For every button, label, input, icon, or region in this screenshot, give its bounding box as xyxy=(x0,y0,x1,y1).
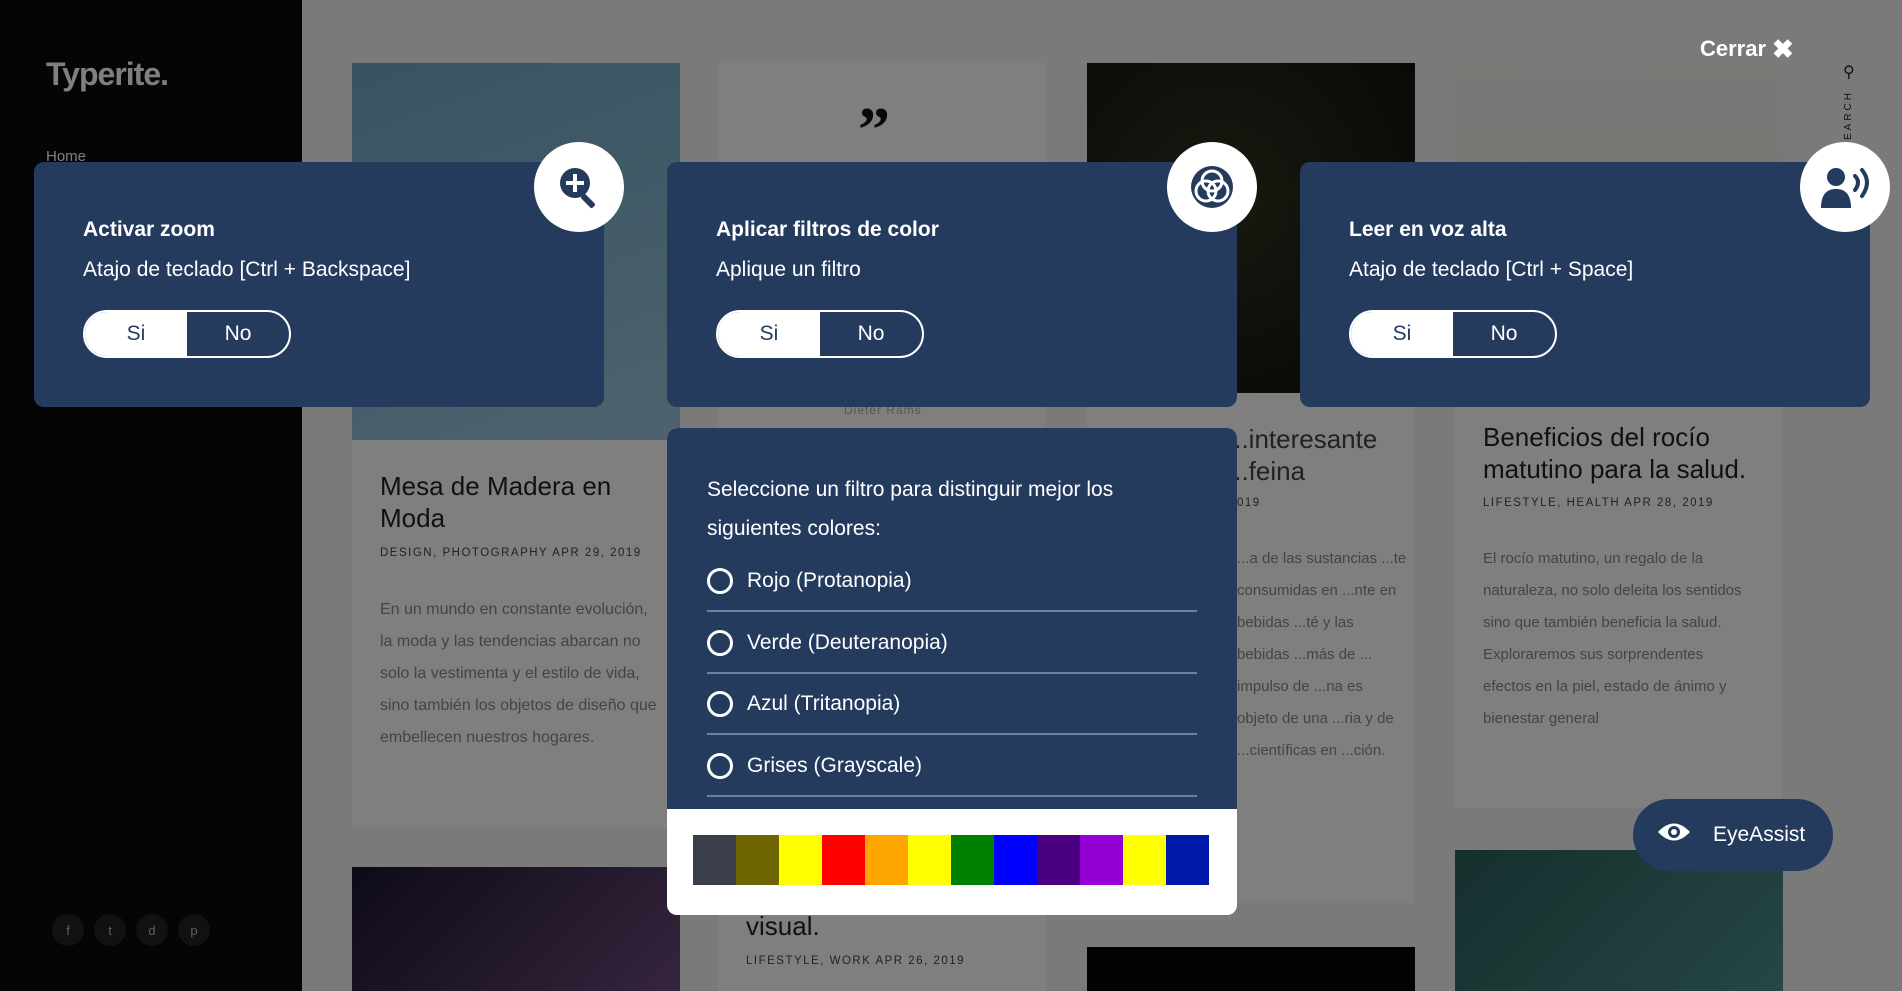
zoom-yes-button[interactable]: Si xyxy=(85,312,187,356)
filter-option-label: Azul (Tritanopia) xyxy=(747,692,901,715)
read-aloud-toggle[interactable]: Si No xyxy=(1349,310,1557,358)
filter-option-label: Rojo (Protanopia) xyxy=(747,569,912,592)
close-button[interactable]: Cerrar ✖ xyxy=(1700,36,1794,62)
color-swatch xyxy=(994,835,1037,885)
panel-subtitle: Aplique un filtro xyxy=(716,258,861,281)
read-aloud-yes-button[interactable]: Si xyxy=(1351,312,1453,356)
color-swatch xyxy=(951,835,994,885)
panel-subtitle: Atajo de teclado [Ctrl + Backspace] xyxy=(83,258,411,281)
color-swatch xyxy=(693,835,736,885)
filter-option-label: Grises (Grayscale) xyxy=(747,754,923,777)
eyeassist-button[interactable]: EyeAssist xyxy=(1633,799,1833,871)
color-filter-no-button[interactable]: No xyxy=(820,312,922,356)
color-swatch xyxy=(1080,835,1123,885)
filter-option-protanopia[interactable]: Rojo (Protanopia) xyxy=(707,552,1197,612)
color-swatch xyxy=(1037,835,1080,885)
color-filter-panel: Aplicar filtros de color Aplique un filt… xyxy=(667,142,1257,407)
panel-subtitle: Atajo de teclado [Ctrl + Space] xyxy=(1349,258,1634,281)
radio-icon[interactable] xyxy=(707,568,733,594)
zoom-panel: Activar zoom Atajo de teclado [Ctrl + Ba… xyxy=(34,142,624,407)
filter-option-tritanopia[interactable]: Azul (Tritanopia) xyxy=(707,675,1197,735)
speak-icon xyxy=(1800,142,1890,232)
read-aloud-panel: Leer en voz alta Atajo de teclado [Ctrl … xyxy=(1300,142,1890,407)
zoom-toggle[interactable]: Si No xyxy=(83,310,291,358)
read-aloud-no-button[interactable]: No xyxy=(1453,312,1555,356)
color-swatch xyxy=(779,835,822,885)
panel-title: Activar zoom xyxy=(83,218,215,241)
color-swatch xyxy=(908,835,951,885)
filter-intro-text: Seleccione un filtro para distinguir mej… xyxy=(707,478,1114,540)
close-icon: ✖ xyxy=(1772,34,1794,64)
radio-icon[interactable] xyxy=(707,630,733,656)
zoom-in-icon xyxy=(534,142,624,232)
radio-icon[interactable] xyxy=(707,753,733,779)
color-swatch xyxy=(865,835,908,885)
panel-title: Leer en voz alta xyxy=(1349,218,1507,241)
panel-title: Aplicar filtros de color xyxy=(716,218,939,241)
color-filter-toggle[interactable]: Si No xyxy=(716,310,924,358)
zoom-no-button[interactable]: No xyxy=(187,312,289,356)
eyeassist-label: EyeAssist xyxy=(1713,823,1806,846)
filter-option-deuteranopia[interactable]: Verde (Deuteranopia) xyxy=(707,614,1197,674)
color-palette xyxy=(693,835,1209,885)
radio-icon[interactable] xyxy=(707,691,733,717)
color-swatch xyxy=(1166,835,1209,885)
filter-options-panel: Seleccione un filtro para distinguir mej… xyxy=(667,428,1237,915)
color-swatch xyxy=(822,835,865,885)
close-label: Cerrar xyxy=(1700,36,1767,61)
color-swatch xyxy=(736,835,779,885)
color-filter-icon xyxy=(1167,142,1257,232)
filter-option-grayscale[interactable]: Grises (Grayscale) xyxy=(707,737,1197,797)
color-swatch xyxy=(1123,835,1166,885)
filter-option-label: Verde (Deuteranopia) xyxy=(747,631,948,654)
color-filter-yes-button[interactable]: Si xyxy=(718,312,820,356)
filter-options-body: Seleccione un filtro para distinguir mej… xyxy=(667,428,1237,809)
eye-icon xyxy=(1657,821,1691,849)
